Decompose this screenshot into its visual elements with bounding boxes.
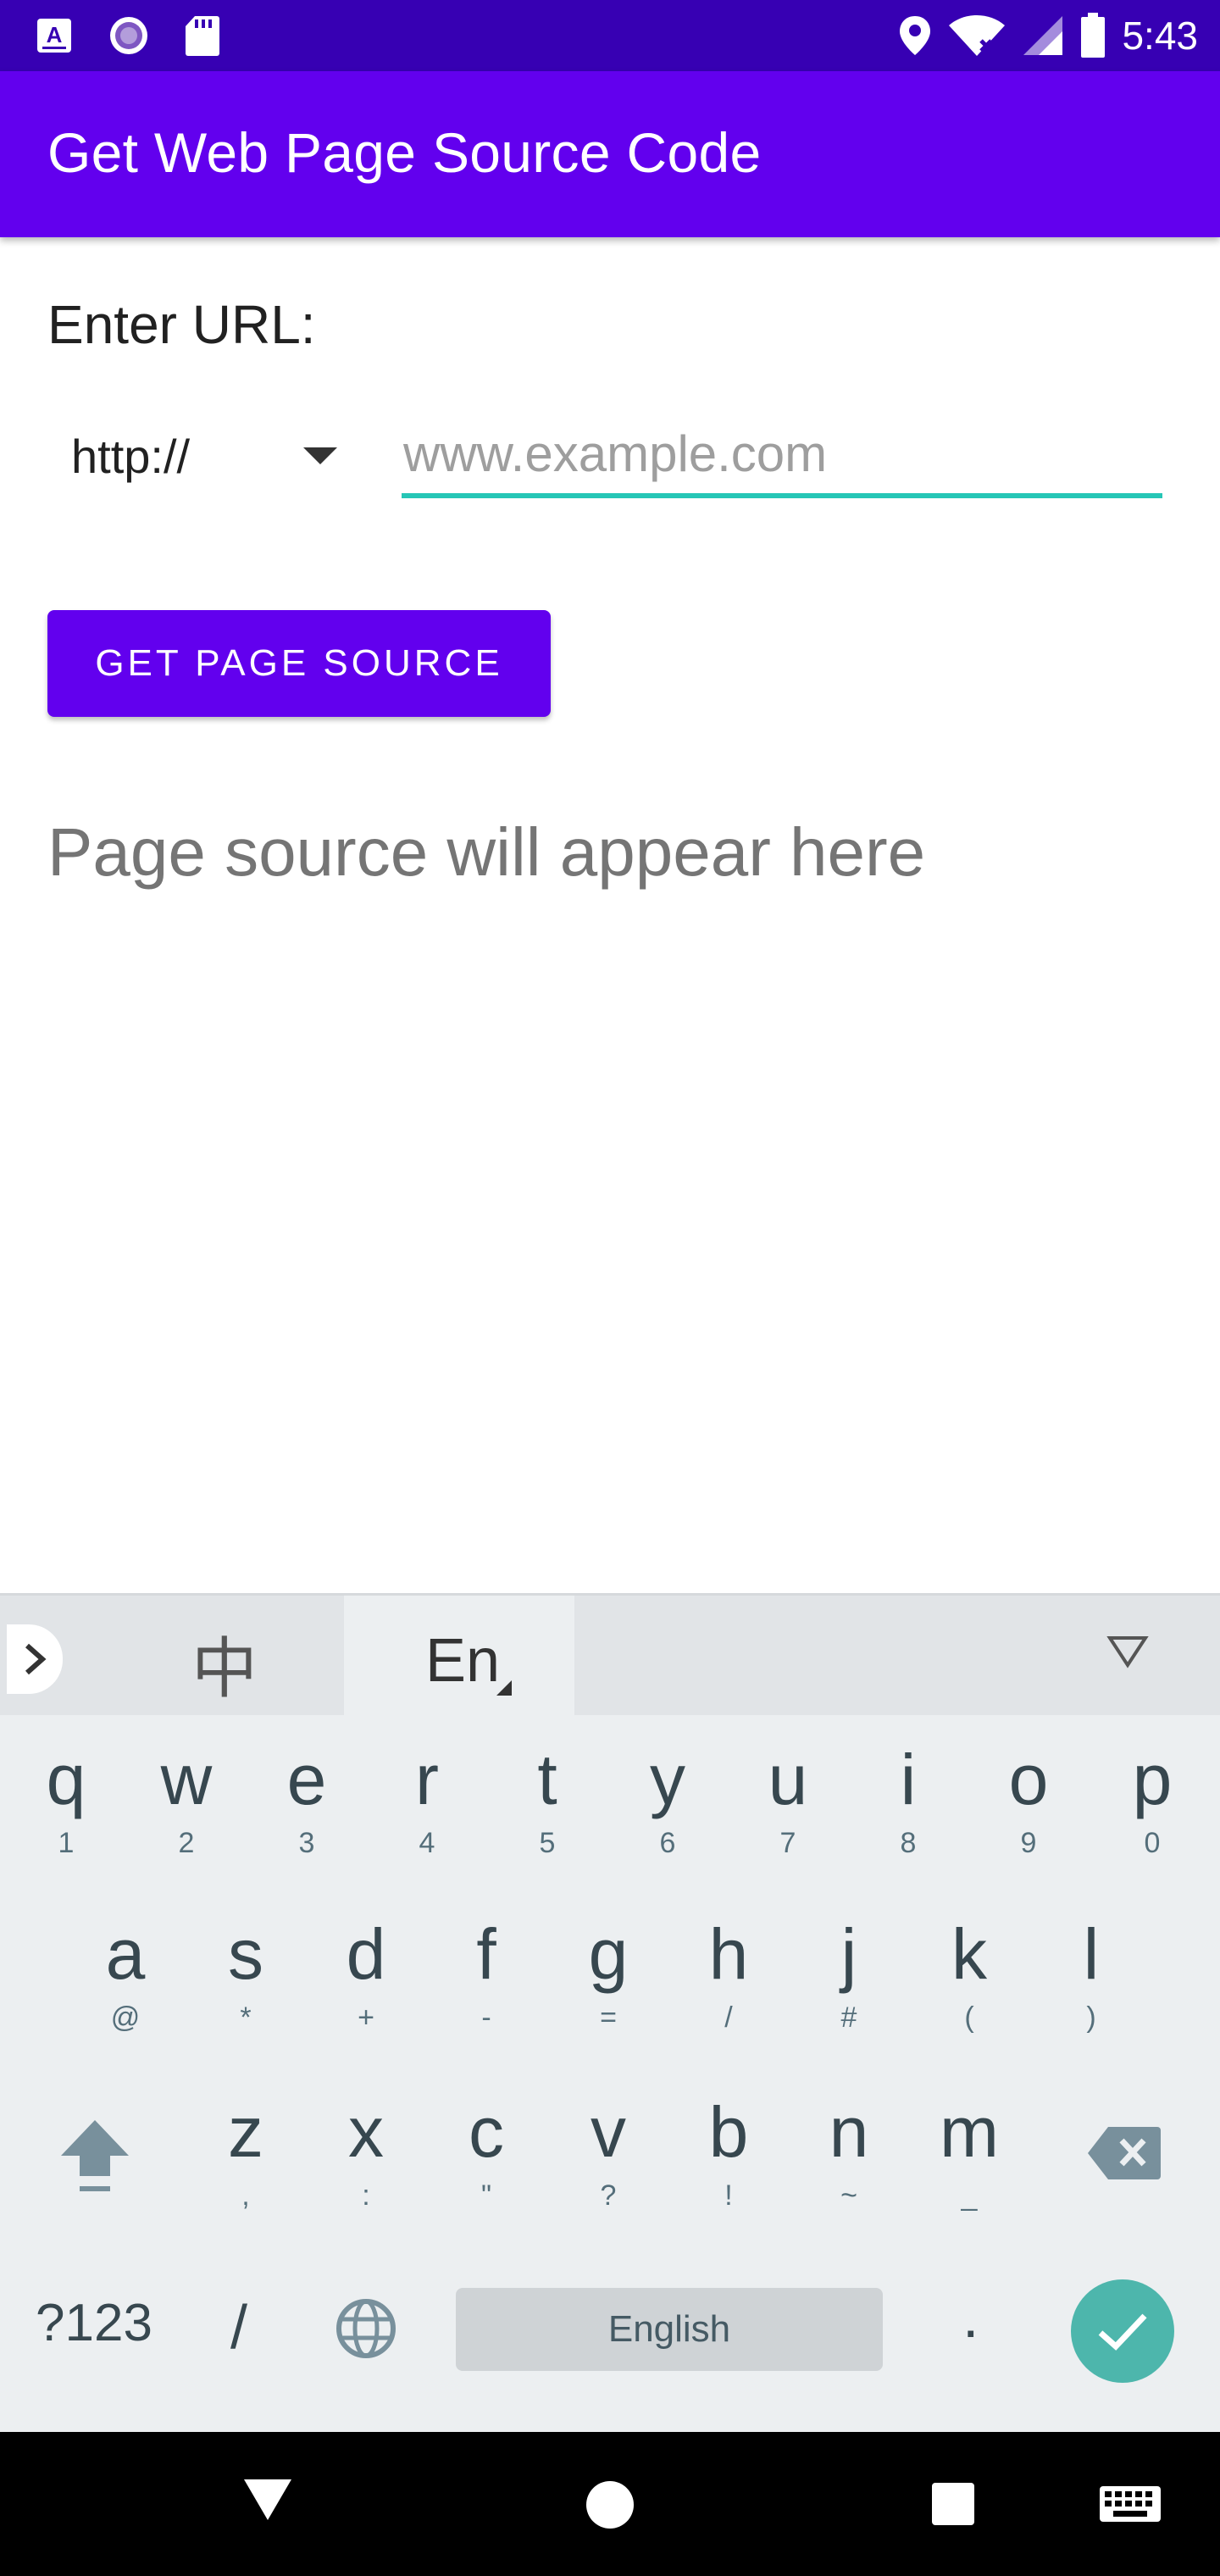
- keyboard-english-tab[interactable]: En: [344, 1596, 574, 1718]
- shift-key[interactable]: [56, 2115, 134, 2204]
- key-n[interactable]: n ~: [790, 2081, 908, 2242]
- key-x[interactable]: x:: [307, 2081, 425, 2242]
- key-z[interactable]: z,: [186, 2081, 305, 2242]
- key-q[interactable]: q1: [7, 1729, 125, 1890]
- key-i[interactable]: i8: [849, 1729, 968, 1890]
- key-d[interactable]: d +: [307, 1903, 425, 2064]
- soft-keyboard: 中 En q1 w2 e3 r4 t5 y6 u7 i8 o9 p0 a @ s *…: [0, 1593, 1220, 2432]
- keyboard-english-label: En: [425, 1627, 501, 1695]
- symbols-key[interactable]: ?123: [36, 2293, 152, 2353]
- globe-icon[interactable]: [334, 2296, 398, 2365]
- keyboard-toolbar: 中 En: [0, 1593, 1220, 1718]
- key-o[interactable]: o9: [969, 1729, 1088, 1890]
- key-w[interactable]: w2: [127, 1729, 246, 1890]
- clock: 5:43: [1122, 14, 1198, 58]
- key-r[interactable]: r4: [368, 1729, 486, 1890]
- get-page-source-button[interactable]: GET PAGE SOURCE: [47, 610, 551, 717]
- status-bar-left-icons: A: [36, 14, 220, 58]
- page-source-output: Page source will appear here: [47, 814, 926, 890]
- key-k[interactable]: k(: [910, 1903, 1029, 2064]
- key-s[interactable]: s *: [186, 1903, 305, 2064]
- shift-icon: [61, 2120, 129, 2191]
- protocol-dropdown[interactable]: http://: [51, 415, 373, 500]
- nav-back-button[interactable]: [242, 2476, 293, 2523]
- dropdown-arrow-icon: [303, 447, 337, 464]
- backspace-key[interactable]: [1086, 2125, 1162, 2185]
- key-g[interactable]: g =: [549, 1903, 668, 2064]
- key-j[interactable]: j #: [790, 1903, 908, 2064]
- app-title: Get Web Page Source Code: [47, 121, 762, 184]
- keyboard-icon: [1100, 2486, 1161, 2522]
- location-icon: [898, 14, 932, 57]
- corner-triangle-icon: [496, 1680, 512, 1696]
- slash-key[interactable]: /: [230, 2293, 247, 2362]
- navigation-bar: [0, 2432, 1220, 2576]
- enter-url-label: Enter URL:: [47, 294, 316, 355]
- key-p[interactable]: p0: [1093, 1729, 1212, 1890]
- key-u[interactable]: u7: [729, 1729, 847, 1890]
- app-notification-icon: A: [36, 17, 73, 54]
- nav-back-icon: [244, 2479, 291, 2520]
- checkmark-icon: [1098, 2313, 1147, 2351]
- svg-text:A: A: [47, 22, 63, 47]
- nav-home-button[interactable]: [585, 2479, 635, 2530]
- nav-home-icon: [586, 2481, 634, 2529]
- period-key[interactable]: .: [962, 2283, 979, 2351]
- battery-icon: [1079, 13, 1106, 58]
- wifi-icon: [947, 14, 1006, 58]
- nav-recents-button[interactable]: [930, 2481, 976, 2527]
- key-b[interactable]: b!: [669, 2081, 788, 2242]
- nav-keyboard-switch-button[interactable]: [1098, 2484, 1162, 2523]
- url-field[interactable]: [402, 414, 1162, 502]
- status-bar: A 5:43: [0, 0, 1220, 71]
- key-e[interactable]: e3: [247, 1729, 366, 1890]
- url-input[interactable]: [403, 414, 1162, 493]
- key-c[interactable]: c ": [427, 2081, 546, 2242]
- keyboard-chinese-button[interactable]: 中: [191, 1616, 258, 1711]
- protocol-value: http://: [71, 430, 191, 483]
- keyboard-expand-button[interactable]: [7, 1624, 63, 1694]
- signal-icon: [1022, 14, 1064, 57]
- key-t[interactable]: t5: [488, 1729, 607, 1890]
- key-m[interactable]: m _: [910, 2081, 1029, 2242]
- nav-recents-icon: [932, 2483, 974, 2525]
- key-y[interactable]: y6: [608, 1729, 727, 1890]
- key-h[interactable]: h /: [669, 1903, 788, 2064]
- key-l[interactable]: l): [1032, 1903, 1151, 2064]
- key-f[interactable]: f-: [427, 1903, 546, 2064]
- done-key[interactable]: [1071, 2279, 1174, 2383]
- url-input-underline: [402, 493, 1162, 498]
- keyboard-collapse-icon[interactable]: [1106, 1633, 1149, 1674]
- key-a[interactable]: a @: [66, 1903, 185, 2064]
- app-bar: Get Web Page Source Code: [0, 71, 1220, 237]
- sd-card-icon: [185, 14, 220, 57]
- chevron-right-icon: [25, 1643, 47, 1675]
- space-key[interactable]: English: [456, 2288, 883, 2371]
- circle-notification-icon: [107, 14, 151, 58]
- status-bar-right: 5:43: [898, 7, 1198, 64]
- key-v[interactable]: v?: [549, 2081, 668, 2242]
- backspace-icon: [1088, 2127, 1161, 2179]
